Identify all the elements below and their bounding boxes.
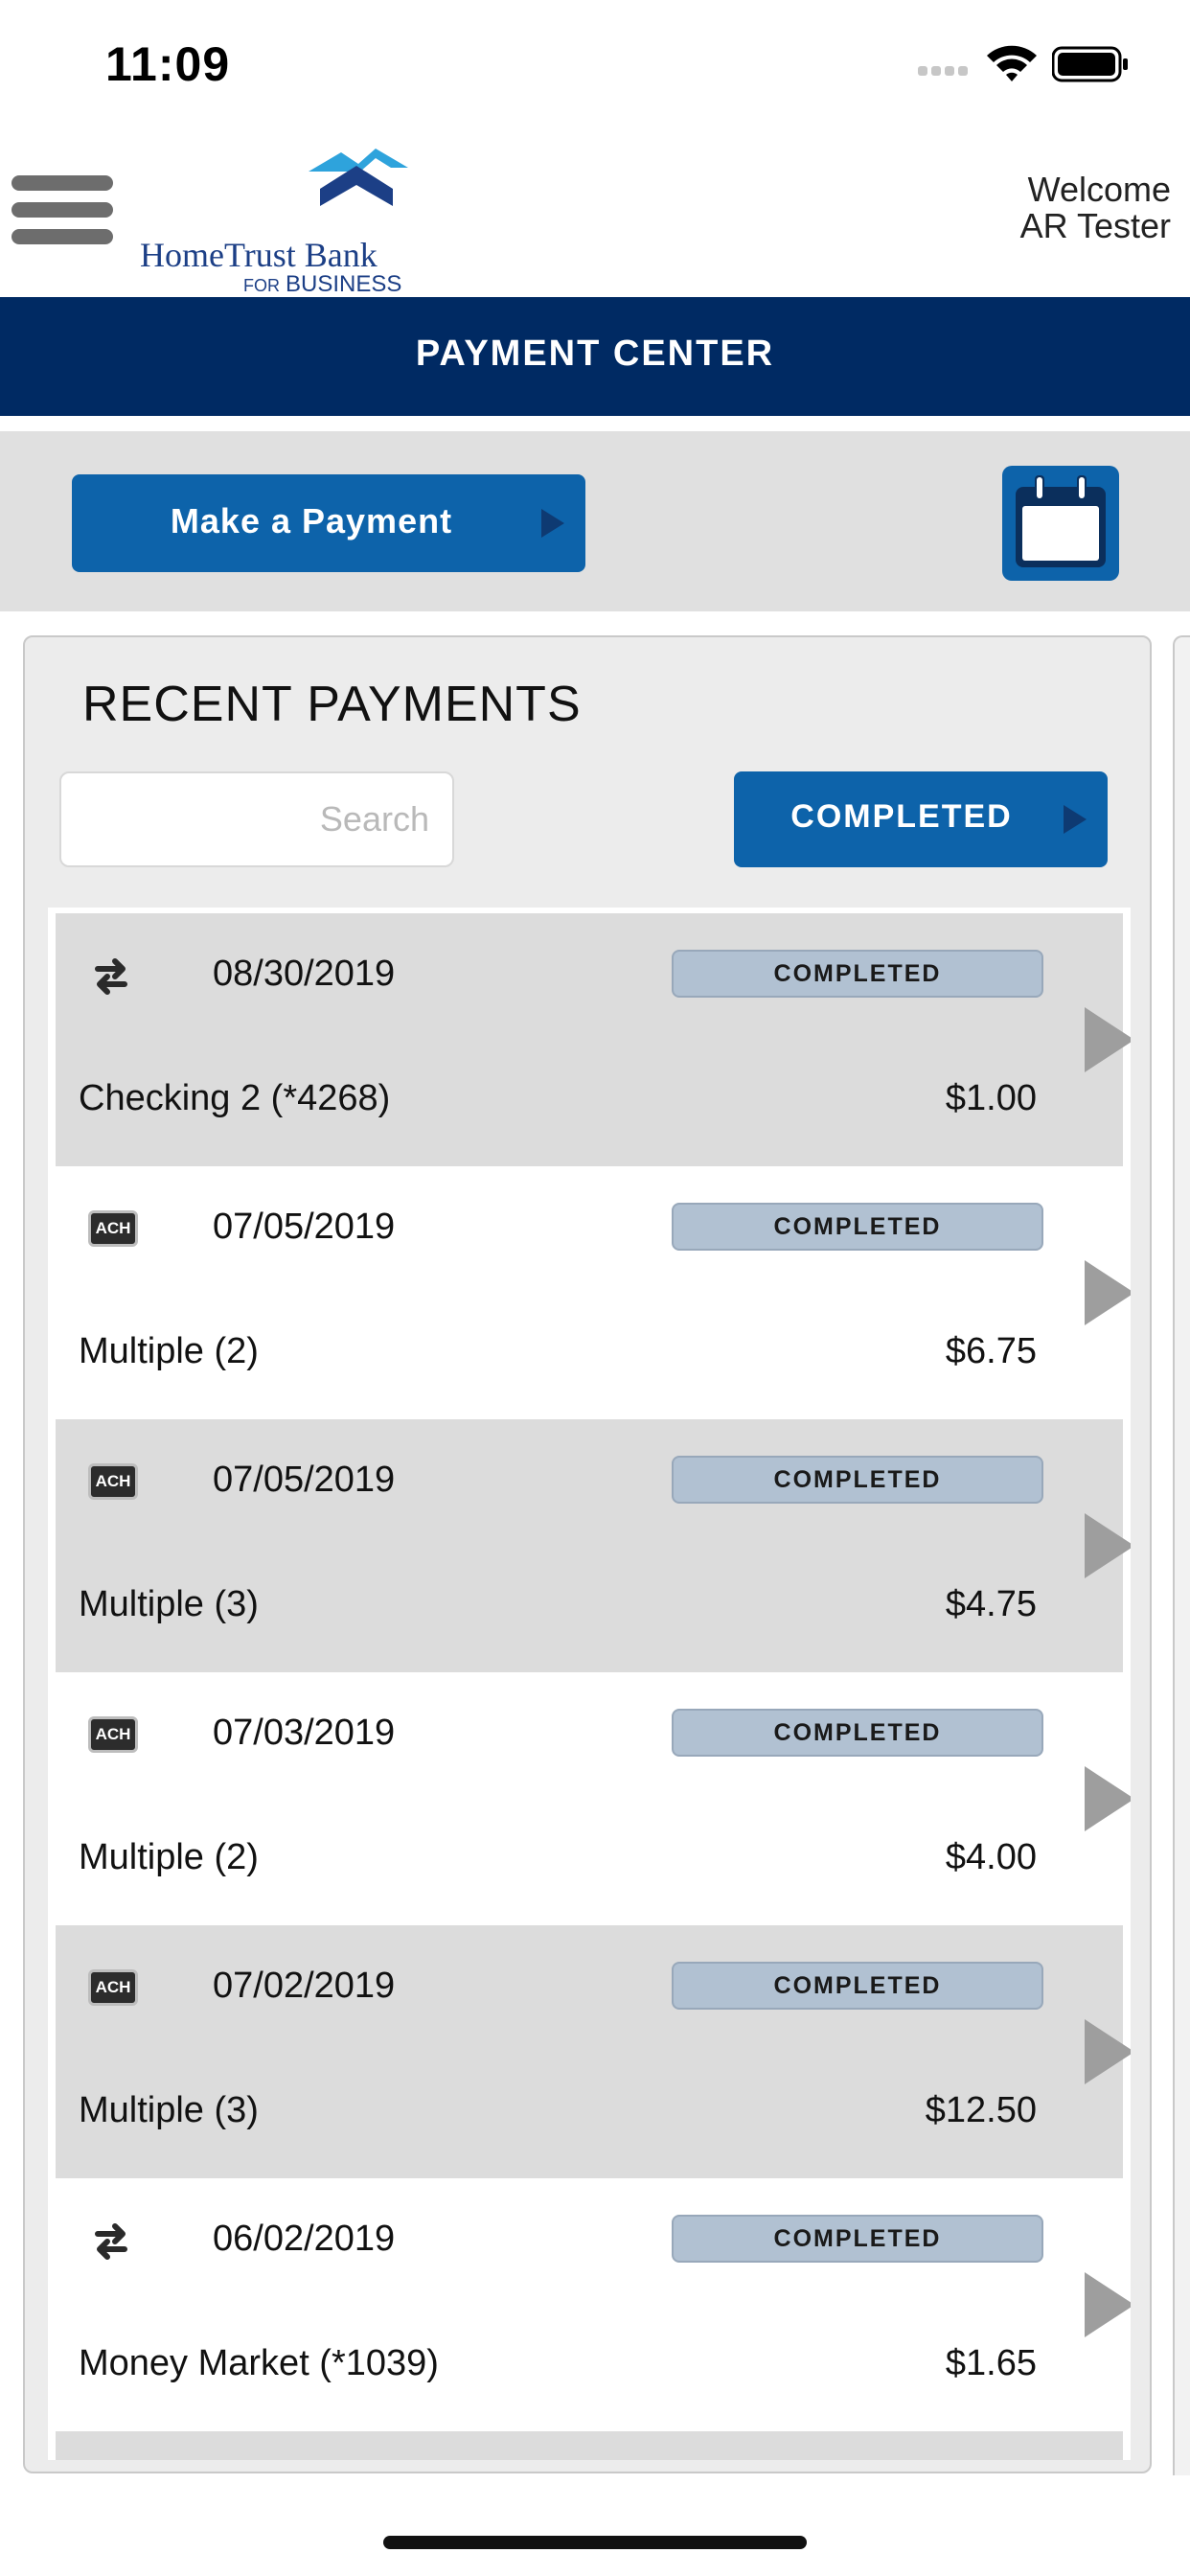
payments-list: 08/30/2019 COMPLETED Checking 2 (*4268) … [48, 908, 1131, 2460]
calendar-icon [1016, 475, 1106, 567]
page-title-bar: PAYMENT CENTER [0, 297, 1190, 416]
payment-row[interactable]: 08/30/2019 COMPLETED Checking 2 (*4268) … [56, 913, 1131, 1166]
wifi-icon [987, 45, 1037, 81]
logo-subtitle: FOR BUSINESS [243, 271, 402, 297]
status-badge: COMPLETED [672, 1456, 1043, 1504]
status-filter-label: COMPLETED [790, 798, 1013, 835]
play-arrow-icon [541, 509, 564, 538]
status-badge: COMPLETED [672, 950, 1043, 998]
payment-account: Money Market (*1039) [79, 2343, 439, 2383]
recent-payments-title: RECENT PAYMENTS [82, 677, 582, 732]
hometrust-logo: HomeTrust Bank FOR BUSINESS [140, 147, 427, 297]
payment-account: Multiple (3) [79, 2090, 259, 2130]
payment-row[interactable]: 06/02/2019 COMPLETED Money Market (*1039… [56, 2178, 1131, 2431]
recent-payments-panel: RECENT PAYMENTS COMPLETED 08/30/2019 COM… [23, 635, 1152, 2473]
payment-account: Checking 2 (*4268) [79, 1078, 391, 1118]
payment-row[interactable]: ACH 07/03/2019 COMPLETED Multiple (2) $4… [56, 1672, 1131, 1925]
payment-amount: $1.00 [945, 1078, 1037, 1118]
payment-date: 08/30/2019 [213, 954, 396, 994]
transfer-icon [95, 958, 127, 995]
payment-amount: $12.50 [925, 2090, 1037, 2130]
payment-row[interactable]: ACH 07/05/2019 COMPLETED Multiple (2) $6… [56, 1166, 1131, 1419]
page-title: PAYMENT CENTER [415, 334, 775, 374]
chevron-right-icon [1085, 2019, 1131, 2084]
ach-icon: ACH [88, 1969, 138, 2006]
payment-date: 07/05/2019 [213, 1207, 396, 1247]
payment-row[interactable]: ACH 07/02/2019 COMPLETED Multiple (3) $1… [56, 1925, 1131, 2178]
payment-row-partial[interactable] [56, 2431, 1123, 2460]
status-badge: COMPLETED [672, 1203, 1043, 1251]
payment-amount: $6.75 [945, 1331, 1037, 1371]
payment-account: Multiple (2) [79, 1331, 259, 1371]
home-indicator[interactable] [383, 2536, 807, 2549]
payment-account: Multiple (3) [79, 1584, 259, 1624]
make-payment-label: Make a Payment [170, 501, 453, 540]
logo-mark-icon [309, 149, 408, 206]
welcome-label: Welcome [1027, 170, 1171, 209]
payment-date: 07/02/2019 [213, 1966, 396, 2006]
make-payment-button[interactable]: Make a Payment [72, 474, 585, 572]
next-panel-edge [1173, 635, 1190, 2475]
logo-name: HomeTrust Bank [140, 236, 378, 274]
status-time: 11:09 [105, 37, 231, 91]
ach-icon: ACH [88, 1210, 138, 1247]
transfer-icon [95, 2223, 127, 2260]
status-bar: 11:09 [0, 0, 1190, 129]
payment-amount: $4.00 [945, 1837, 1037, 1877]
app-header: HomeTrust Bank FOR BUSINESS Welcome AR Te… [0, 129, 1190, 297]
cellular-signal-icon [918, 63, 975, 77]
battery-icon [1052, 46, 1128, 82]
payment-date: 07/05/2019 [213, 1460, 396, 1500]
action-bar: Make a Payment [0, 431, 1190, 611]
status-badge: COMPLETED [672, 1962, 1043, 2010]
chevron-right-icon [1085, 1007, 1131, 1072]
calendar-button[interactable] [1002, 466, 1119, 581]
chevron-right-icon [1085, 1513, 1131, 1578]
chevron-right-icon [1085, 2272, 1131, 2337]
play-arrow-icon [1064, 805, 1087, 834]
payment-amount: $1.65 [945, 2343, 1037, 2383]
payment-amount: $4.75 [945, 1584, 1037, 1624]
hamburger-menu-icon[interactable] [11, 175, 113, 244]
user-name: AR Tester [1019, 206, 1171, 245]
status-badge: COMPLETED [672, 1709, 1043, 1757]
chevron-right-icon [1085, 1260, 1131, 1325]
payment-account: Multiple (2) [79, 1837, 259, 1877]
payment-date: 07/03/2019 [213, 1713, 396, 1753]
status-badge: COMPLETED [672, 2215, 1043, 2263]
payment-date: 06/02/2019 [213, 2219, 396, 2259]
payment-row[interactable]: ACH 07/05/2019 COMPLETED Multiple (3) $4… [56, 1419, 1131, 1672]
status-filter-button[interactable]: COMPLETED [734, 771, 1108, 867]
chevron-right-icon [1085, 1766, 1131, 1831]
ach-icon: ACH [88, 1716, 138, 1753]
search-input[interactable] [59, 771, 454, 867]
ach-icon: ACH [88, 1463, 138, 1500]
welcome-message: Welcome AR Tester [1020, 172, 1171, 244]
